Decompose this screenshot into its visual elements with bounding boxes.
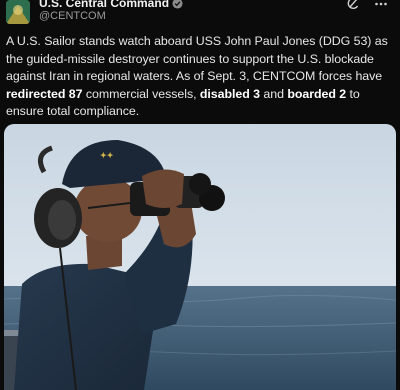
grok-icon[interactable] [346, 0, 360, 11]
author-name[interactable]: U.S. Central Command [39, 0, 169, 10]
post-text-segment: commercial vessels, [82, 86, 200, 101]
verified-badge-icon [172, 0, 183, 9]
post-actions [346, 0, 388, 11]
post-text-highlight: boarded 2 [287, 86, 347, 101]
post-text-highlight: redirected 87 [6, 86, 83, 101]
centcom-seal-icon[interactable] [6, 0, 30, 24]
more-dots-icon[interactable] [374, 0, 388, 11]
post-text-highlight: disabled 3 [199, 86, 260, 101]
post-header: U.S. Central Command @CENTCOM [0, 0, 400, 30]
post-text-segment: and [260, 86, 288, 101]
author-name-row[interactable]: U.S. Central Command [39, 0, 183, 10]
post-media-photo[interactable]: ✦✦ [4, 124, 396, 390]
post: U.S. Central Command @CENTCOM A U.S. Sai… [0, 0, 400, 390]
sailor-with-binoculars-photo: ✦✦ [4, 124, 396, 390]
author-handle[interactable]: @CENTCOM [39, 10, 106, 22]
svg-text:✦✦: ✦✦ [100, 151, 114, 160]
post-text: A U.S. Sailor stands watch aboard USS Jo… [6, 33, 394, 121]
post-text-segment: A U.S. Sailor stands watch aboard USS Jo… [6, 34, 388, 83]
